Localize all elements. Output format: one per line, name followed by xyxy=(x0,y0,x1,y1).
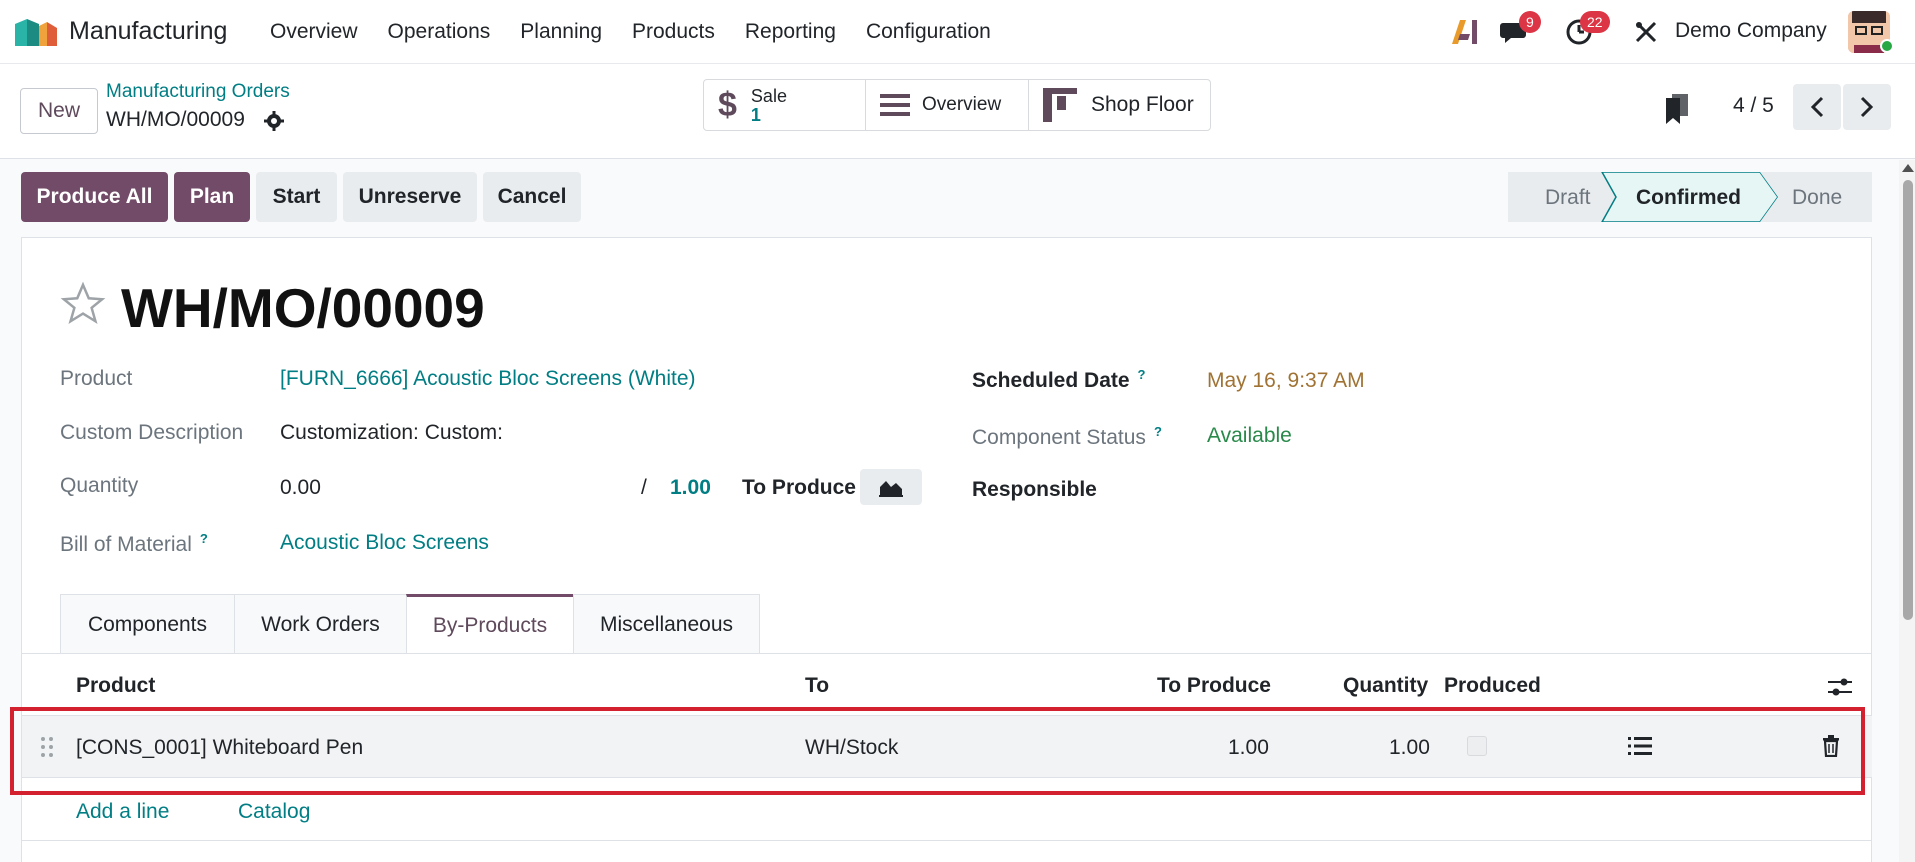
online-status-dot xyxy=(1880,39,1894,53)
bom-label-text: Bill of Material xyxy=(60,533,192,556)
optional-columns-icon[interactable] xyxy=(1828,676,1852,698)
tools-icon[interactable] xyxy=(1634,20,1658,44)
chevron-left-icon xyxy=(1810,96,1824,118)
bookmark-icon[interactable] xyxy=(1666,94,1692,124)
tab-work-orders[interactable]: Work Orders xyxy=(234,594,407,654)
highlight-box xyxy=(10,707,1865,795)
col-to[interactable]: To xyxy=(805,674,829,698)
scheduled-date-label-text: Scheduled Date xyxy=(972,369,1130,392)
responsible-label: Responsible xyxy=(972,478,1097,501)
smart-sale-button[interactable]: $ Sale 1 xyxy=(704,80,866,130)
breadcrumb-parent[interactable]: Manufacturing Orders xyxy=(106,81,290,103)
dollar-icon: $ xyxy=(718,85,737,124)
stage-draft[interactable]: Draft xyxy=(1545,186,1591,210)
record-title: WH/MO/00009 xyxy=(121,277,485,339)
area-chart-icon xyxy=(879,481,903,497)
notebook-tabs: Components Work Orders By-Products Misce… xyxy=(60,594,760,654)
top-navbar: Manufacturing Overview Operations Planni… xyxy=(0,0,1915,64)
custom-description-label: Custom Description xyxy=(60,421,244,444)
col-produced[interactable]: Produced xyxy=(1444,674,1541,698)
smart-sale-count: 1 xyxy=(750,105,761,125)
component-status-value: Available xyxy=(1207,424,1292,447)
gear-icon[interactable] xyxy=(264,111,284,131)
forecast-chart-button[interactable] xyxy=(860,469,922,505)
product-value[interactable]: [FURN_6666] Acoustic Bloc Screens (White… xyxy=(280,367,696,391)
menu-products[interactable]: Products xyxy=(632,20,715,44)
plan-button[interactable]: Plan xyxy=(174,172,250,222)
menu-configuration[interactable]: Configuration xyxy=(866,20,991,44)
quantity-separator: / xyxy=(641,476,647,499)
col-product[interactable]: Product xyxy=(76,674,155,698)
menu-operations[interactable]: Operations xyxy=(388,20,491,44)
bom-label: Bill of Material? xyxy=(60,531,208,557)
produce-all-button[interactable]: Produce All xyxy=(21,172,168,222)
catalog-link[interactable]: Catalog xyxy=(238,800,310,824)
col-to-produce[interactable]: To Produce xyxy=(1157,674,1271,698)
smart-overview-button[interactable]: Overview xyxy=(866,80,1029,130)
manufacturing-app-icon[interactable] xyxy=(15,16,57,46)
breadcrumb-current: WH/MO/00009 xyxy=(106,108,245,131)
quantity-label: Quantity xyxy=(60,474,139,497)
component-status-label-text: Component Status xyxy=(972,426,1146,449)
custom-description-value[interactable]: Customization: Custom: xyxy=(280,421,503,445)
smart-shopfloor-label: Shop Floor xyxy=(1091,93,1194,116)
favorite-star-icon[interactable] xyxy=(60,281,106,327)
activity-badge: 22 xyxy=(1580,11,1610,33)
pager-previous-button[interactable] xyxy=(1793,84,1841,130)
smart-buttons: $ Sale 1 Overview Shop Floor xyxy=(703,79,1211,131)
chat-badge: 9 xyxy=(1519,11,1541,33)
component-status-help-icon[interactable]: ? xyxy=(1154,424,1162,439)
smart-sale-label: Sale xyxy=(750,86,787,106)
scheduled-date-label: Scheduled Date? xyxy=(972,367,1146,393)
chevron-right-icon xyxy=(1860,96,1874,118)
ai-icon[interactable] xyxy=(1450,18,1480,46)
to-produce-label: To Produce xyxy=(742,476,856,499)
quantity-target[interactable]: 1.00 xyxy=(670,476,711,500)
cancel-button[interactable]: Cancel xyxy=(483,172,581,222)
company-switcher[interactable]: Demo Company xyxy=(1675,19,1827,43)
scroll-up-arrow-icon[interactable] xyxy=(1902,164,1914,172)
main-menu: Overview Operations Planning Products Re… xyxy=(270,20,1021,44)
component-status-label: Component Status? xyxy=(972,424,1162,450)
scheduled-date-help-icon[interactable]: ? xyxy=(1138,367,1146,382)
tab-by-products[interactable]: By-Products xyxy=(406,594,574,654)
tabs-divider xyxy=(22,653,1872,654)
app-name[interactable]: Manufacturing xyxy=(69,17,227,46)
bars-icon xyxy=(880,94,910,116)
shop-floor-icon xyxy=(1043,88,1077,122)
menu-planning[interactable]: Planning xyxy=(520,20,602,44)
product-label: Product xyxy=(60,367,133,390)
menu-reporting[interactable]: Reporting xyxy=(745,20,836,44)
scrollbar-thumb[interactable] xyxy=(1903,180,1913,620)
stage-confirmed[interactable]: Confirmed xyxy=(1636,186,1741,210)
start-button[interactable]: Start xyxy=(256,172,337,222)
quantity-input[interactable]: 0.00 xyxy=(280,476,321,500)
tab-miscellaneous[interactable]: Miscellaneous xyxy=(573,594,760,654)
pager-value[interactable]: 4 / 5 xyxy=(1733,94,1774,118)
bom-value[interactable]: Acoustic Bloc Screens xyxy=(280,531,489,555)
tab-components[interactable]: Components xyxy=(60,594,235,654)
smart-overview-label: Overview xyxy=(922,94,1002,115)
control-panel: New Manufacturing Orders WH/MO/00009 $ S… xyxy=(0,64,1915,159)
col-quantity[interactable]: Quantity xyxy=(1343,674,1428,698)
table-bottom-divider xyxy=(22,840,1872,841)
bom-help-icon[interactable]: ? xyxy=(200,531,208,546)
menu-overview[interactable]: Overview xyxy=(270,20,358,44)
new-button[interactable]: New xyxy=(20,88,98,134)
add-line-link[interactable]: Add a line xyxy=(76,800,169,824)
pager-next-button[interactable] xyxy=(1843,84,1891,130)
scheduled-date-value[interactable]: May 16, 9:37 AM xyxy=(1207,369,1365,393)
stage-done[interactable]: Done xyxy=(1792,186,1842,210)
smart-shopfloor-button[interactable]: Shop Floor xyxy=(1029,80,1210,130)
unreserve-button[interactable]: Unreserve xyxy=(343,172,477,222)
